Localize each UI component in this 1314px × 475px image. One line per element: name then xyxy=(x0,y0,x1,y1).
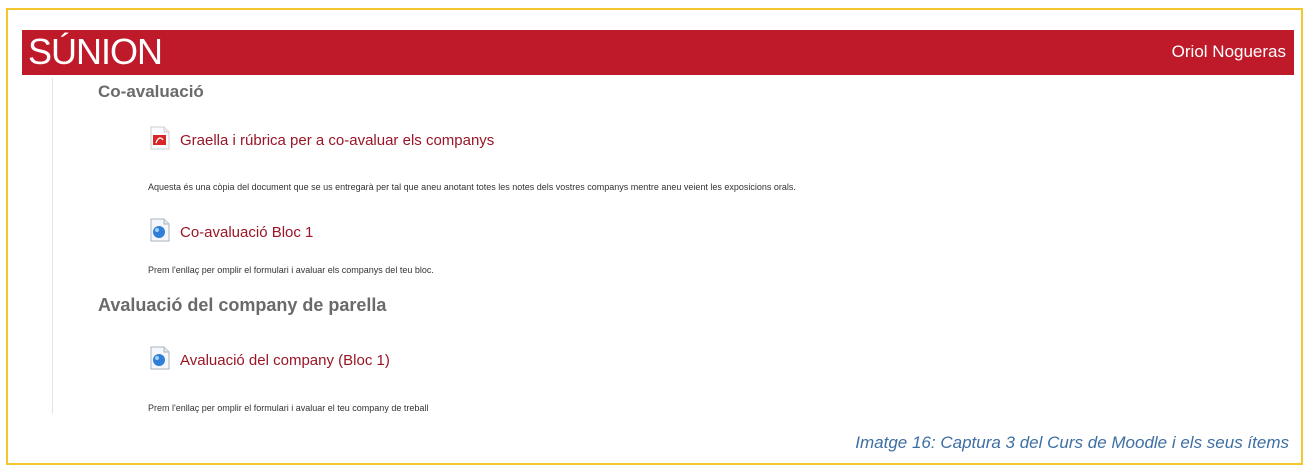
figure-caption: Imatge 16: Captura 3 del Curs de Moodle … xyxy=(855,433,1289,452)
activity-link-avaluacio-company[interactable]: Avaluació del company (Bloc 1) xyxy=(180,352,390,369)
section-title-avaluacio-parella: Avaluació del company de parella xyxy=(98,295,387,315)
activity-item-avaluacio-company[interactable]: Avaluació del company (Bloc 1) xyxy=(148,345,390,376)
user-name[interactable]: Oriol Nogueras xyxy=(1172,42,1286,62)
left-divider xyxy=(52,78,53,414)
activity-description: Aquesta és una còpia del document que se… xyxy=(148,182,796,192)
activity-link-rubrica[interactable]: Graella i rúbrica per a co-avaluar els c… xyxy=(180,132,494,149)
top-bar: SÚNION Oriol Nogueras xyxy=(22,30,1294,75)
activity-item-coavaluacio-bloc1[interactable]: Co-avaluació Bloc 1 xyxy=(148,217,313,248)
activity-link-coavaluacio-bloc1[interactable]: Co-avaluació Bloc 1 xyxy=(180,224,313,241)
feedback-icon xyxy=(148,217,172,248)
feedback-icon xyxy=(148,345,172,376)
activity-item-rubrica[interactable]: Graella i rúbrica per a co-avaluar els c… xyxy=(148,124,494,157)
activity-description: Prem l'enllaç per omplir el formulari i … xyxy=(148,403,429,413)
site-logo[interactable]: SÚNION xyxy=(28,32,163,72)
activity-description: Prem l'enllaç per omplir el formulari i … xyxy=(148,265,434,275)
pdf-icon xyxy=(148,124,172,157)
section-title-coavaluacio: Co-avaluació xyxy=(98,82,204,101)
